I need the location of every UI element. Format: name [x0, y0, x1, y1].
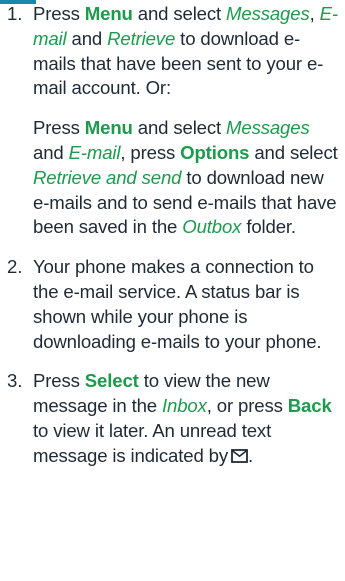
step-number: 2.: [7, 256, 23, 278]
step-3: 3. Press Select to view the new message …: [7, 369, 339, 468]
text-run: and: [33, 141, 69, 163]
text-run: and select: [132, 117, 227, 139]
step-body: Press Select to view the new message in …: [33, 369, 339, 468]
step-2: 2. Your phone makes a connection to the …: [7, 255, 339, 354]
text-run: Your phone makes a connection to the e-m…: [33, 256, 322, 352]
text-run: and select: [249, 141, 338, 163]
softkey-label: Menu: [84, 117, 133, 139]
softkey-label: Select: [84, 370, 139, 392]
envelope-icon: [231, 448, 248, 463]
menu-item-name: Messages: [226, 117, 310, 139]
step-number: 1.: [7, 3, 23, 24]
text-run: .: [248, 444, 254, 466]
menu-item-name: Retrieve: [107, 27, 176, 49]
step-paragraph: Your phone makes a connection to the e-m…: [33, 255, 339, 354]
text-run: Press: [33, 370, 85, 392]
text-run: and select: [132, 3, 227, 24]
menu-item-name: E-mail: [68, 141, 121, 163]
text-run: , press: [120, 141, 181, 163]
softkey-label: Menu: [84, 3, 133, 24]
text-run: folder.: [241, 216, 296, 238]
step-body: Your phone makes a connection to the e-m…: [33, 255, 339, 354]
text-run: Press: [33, 3, 85, 24]
menu-item-name: Retrieve and send: [33, 166, 182, 188]
step-number: 3.: [7, 370, 23, 392]
softkey-label: Back: [287, 395, 332, 417]
step-paragraph: Press Select to view the new message in …: [33, 369, 339, 468]
text-run: ,: [309, 3, 320, 24]
instruction-steps: 1. Press Menu and select Messages, E-mai…: [7, 2, 339, 469]
text-run: and: [66, 27, 108, 49]
text-run: Press: [33, 117, 85, 139]
text-run: , or press: [206, 395, 288, 417]
menu-item-name: Inbox: [162, 395, 207, 417]
step-body: Press Menu and select Messages, E-mail a…: [33, 2, 339, 240]
step-paragraph: Press Menu and select Messages, E-mail a…: [33, 2, 339, 101]
menu-item-name: Messages: [226, 3, 310, 24]
step-paragraph: Press Menu and select Messages and E-mai…: [33, 116, 339, 240]
softkey-label: Options: [180, 141, 250, 163]
menu-item-name: Outbox: [182, 216, 242, 238]
step-1: 1. Press Menu and select Messages, E-mai…: [7, 2, 339, 240]
